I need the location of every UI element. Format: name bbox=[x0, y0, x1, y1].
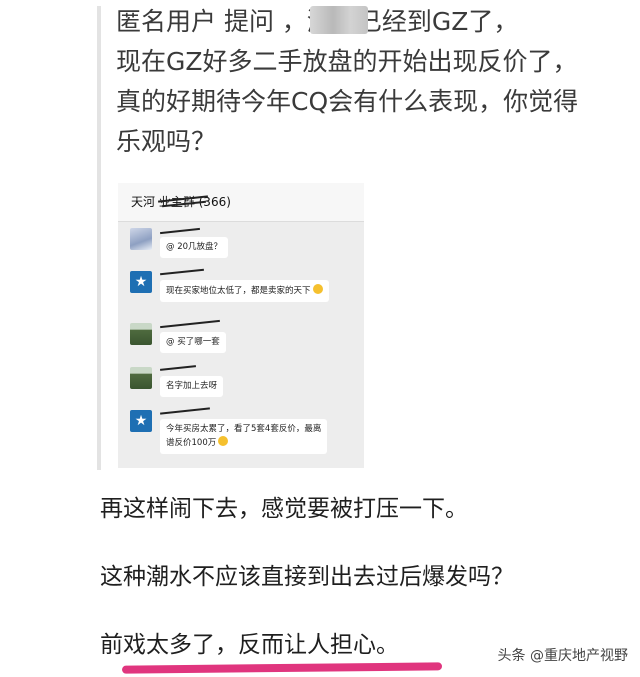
highlight-underline bbox=[121, 662, 443, 674]
question-text: 匿名用户 提问 ，潮水已经到GZ了， 现在GZ好多二手放盘的开始出现反价了， 真… bbox=[116, 2, 621, 162]
redaction-scribble bbox=[160, 319, 220, 329]
redaction-scribble bbox=[160, 268, 204, 276]
paragraph: 再这样闹下去，感觉要被打压一下。 bbox=[100, 496, 468, 522]
question-line: 真的好期待今年CQ会有什么表现，你觉得 bbox=[116, 87, 579, 116]
chat-bubble: 现在买家地位太低了，都是卖家的天下 bbox=[160, 280, 329, 302]
redacted-username bbox=[310, 6, 368, 34]
star-avatar: ★ bbox=[130, 271, 152, 293]
watermark: 头条 @重庆地产视野 bbox=[497, 648, 628, 664]
question-line: 现在GZ好多二手放盘的开始出现反价了， bbox=[116, 47, 578, 76]
quote-bar bbox=[97, 0, 101, 470]
chat-group-title: 天河 业主群 (366) bbox=[118, 183, 364, 222]
chat-bubble: @ 20几放盘？ bbox=[160, 237, 229, 258]
question-line: 乐观吗？ bbox=[116, 127, 217, 156]
snow-avatar bbox=[130, 228, 152, 250]
paragraph: 这种潮水不应该直接到出去过后爆发吗？ bbox=[100, 564, 514, 590]
paragraph: 前戏太多了，反而让人担心。 bbox=[100, 632, 399, 658]
star-avatar: ★ bbox=[130, 410, 152, 432]
question-line: 匿名用户 提问 ，潮水已经到GZ了， bbox=[116, 7, 519, 36]
redaction-scribble bbox=[160, 227, 200, 235]
top-crop-edge bbox=[0, 0, 640, 6]
chat-bubble: 名字加上去呀 bbox=[160, 376, 224, 397]
landscape-avatar bbox=[130, 323, 152, 345]
chat-bubble: @ 买了哪一套 bbox=[160, 332, 226, 353]
chat-screenshot: 天河 业主群 (366) @ 20几放盘？ ★ 现在买家地位太低了，都是卖家的天… bbox=[118, 183, 364, 468]
redaction-scribble bbox=[160, 407, 210, 415]
chat-bubble: 今年买房太累了，看了5套4套反价，最离 谱反价100万 bbox=[160, 419, 328, 454]
landscape-avatar bbox=[130, 367, 152, 389]
redaction-scribble bbox=[159, 365, 197, 371]
smiley-emoji-icon bbox=[312, 284, 323, 294]
laughing-emoji-icon bbox=[218, 436, 229, 446]
